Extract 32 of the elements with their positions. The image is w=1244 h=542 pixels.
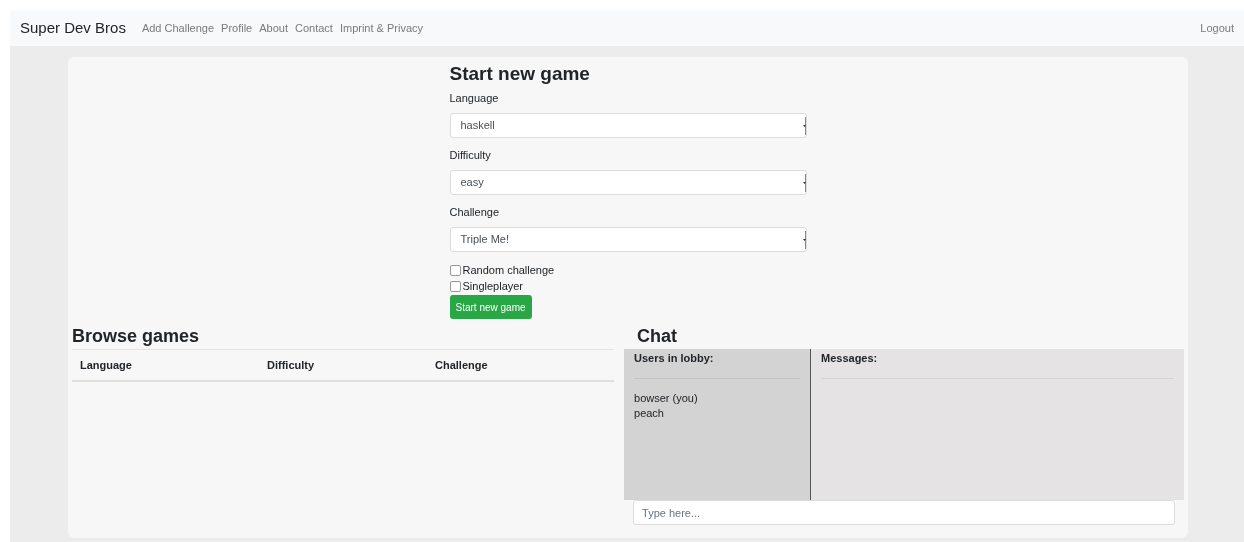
- start-game-button[interactable]: Start new game: [449, 295, 532, 319]
- panel-heading: Users in lobby:: [634, 350, 800, 379]
- panel-heading: Messages:: [821, 350, 1174, 379]
- column-header: Language: [79, 357, 133, 373]
- select-field[interactable]: haskell: [449, 113, 807, 138]
- nav-link[interactable]: About: [259, 19, 288, 37]
- field-label: Difficulty: [449, 148, 492, 162]
- checkbox[interactable]: [449, 280, 461, 292]
- nav-link[interactable]: Contact: [295, 19, 333, 37]
- checkbox[interactable]: [449, 264, 461, 276]
- select-field[interactable]: Triple Me!: [449, 227, 807, 252]
- logout-link[interactable]: Logout: [1200, 19, 1234, 37]
- checkbox-label: Random challenge: [462, 262, 555, 278]
- nav-link[interactable]: Imprint & Privacy: [339, 19, 424, 37]
- dropdown-icon: [802, 231, 806, 249]
- section-heading: Start new game: [449, 62, 591, 86]
- field-label: Language: [449, 91, 500, 105]
- nav-link[interactable]: Profile: [221, 19, 253, 37]
- checkbox-label: Singleplayer: [462, 278, 524, 294]
- brand-link[interactable]: Super Dev Bros: [20, 16, 126, 40]
- column-header: Challenge: [434, 357, 488, 373]
- section-heading: Browse games: [72, 325, 201, 348]
- chat-input[interactable]: Type here...: [633, 500, 1175, 525]
- dropdown-icon: [802, 174, 806, 192]
- user-name: bowser (you): [634, 390, 699, 406]
- user-name: peach: [634, 405, 665, 421]
- select-field[interactable]: easy: [449, 170, 807, 195]
- section-heading: Chat: [636, 325, 678, 348]
- dropdown-icon: [802, 117, 806, 135]
- column-header: Difficulty: [266, 357, 316, 373]
- field-label: Challenge: [449, 205, 501, 219]
- nav-link[interactable]: Add Challenge: [141, 19, 215, 37]
